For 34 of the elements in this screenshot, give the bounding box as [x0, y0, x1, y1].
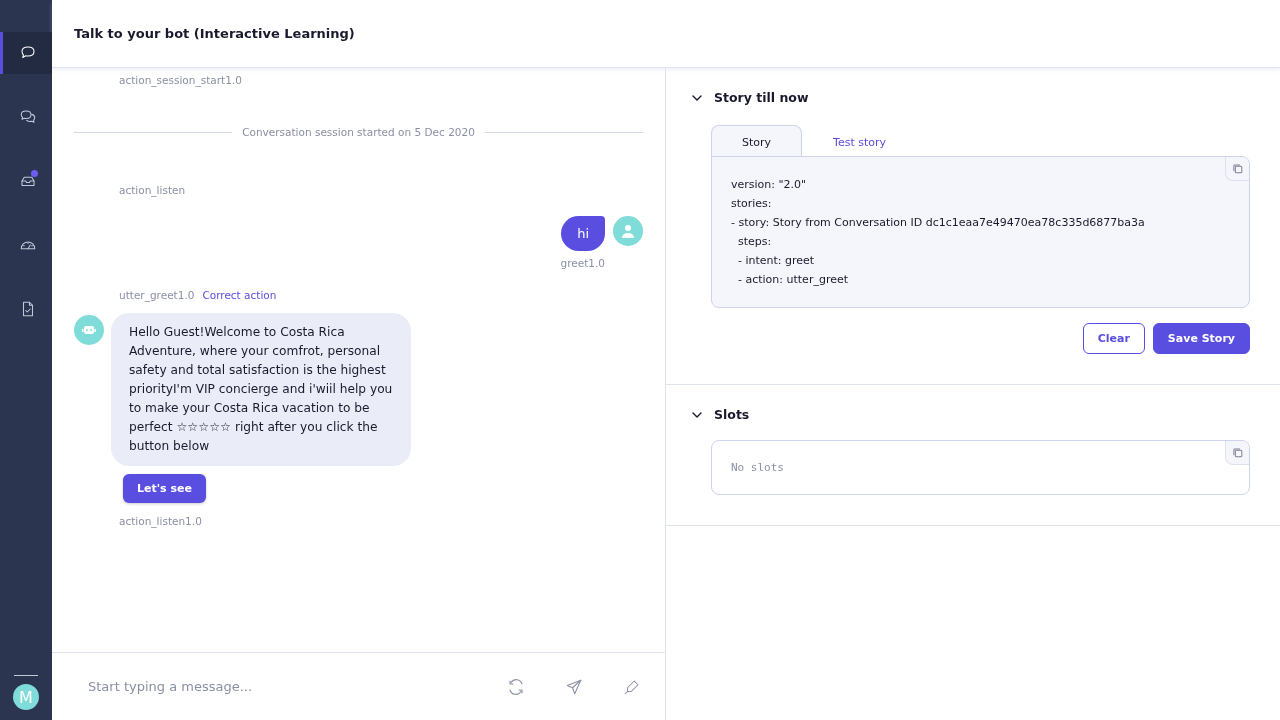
pen-icon: [623, 677, 641, 696]
send-button[interactable]: [565, 677, 583, 696]
session-start-label: Conversation session started on 5 Dec 2020: [242, 126, 475, 138]
paper-plane-icon: [565, 677, 583, 696]
copy-icon: [1231, 446, 1244, 459]
copy-button[interactable]: [1225, 441, 1249, 465]
save-story-button[interactable]: Save Story: [1152, 323, 1250, 354]
bot-message: Hello Guest!Welcome to Costa Rica Adventure, where your comfrot, personal safety and total satisfaction is the highest priorityI'm VIP concierge and i'wiil help you to make your Costa Rica vacation to be perfect ☆☆☆☆☆ right after you click the button below: [111, 313, 411, 466]
tab[interactable]: Test story: [802, 125, 918, 157]
two-speech-bubbles-icon: [18, 108, 37, 126]
notification-dot: [31, 170, 38, 177]
section-title: Story till now: [714, 90, 809, 105]
edit-button[interactable]: [623, 677, 641, 696]
refresh-icon: [507, 677, 525, 696]
correct-action-link[interactable]: Correct action: [202, 289, 277, 301]
story-yaml-text: version: "2.0" stories: - story: Story from Conversation ID dc1c1eaa7e49470ea78c335d6877ba3a steps: - intent: greet - action: utter_greet: [731, 177, 1146, 288]
action-label: action_listen1.0: [119, 515, 202, 527]
copy-button[interactable]: [1225, 157, 1249, 181]
clear-button[interactable]: Clear: [1082, 323, 1145, 354]
restart-button[interactable]: [507, 677, 525, 696]
action-label: action_session_start1.0: [119, 74, 242, 86]
action-label: action_listen: [119, 184, 186, 196]
copy-icon: [1231, 162, 1244, 175]
sidebar-nav-item[interactable]: [0, 32, 52, 74]
page-title: Talk to your bot (Interactive Learning): [74, 26, 355, 41]
empty-slots-text: No slots: [731, 461, 785, 474]
user-message: hi: [561, 216, 605, 251]
intent-label: greet1.0: [560, 257, 605, 269]
person-icon: [620, 223, 636, 239]
message-input[interactable]: Start typing a message...: [88, 675, 467, 698]
quick-reply-button[interactable]: Let's see: [123, 474, 206, 503]
tab[interactable]: Story: [711, 125, 803, 157]
section-title: Slots: [714, 407, 750, 422]
action-label: utter_greet1.0: [119, 289, 195, 301]
